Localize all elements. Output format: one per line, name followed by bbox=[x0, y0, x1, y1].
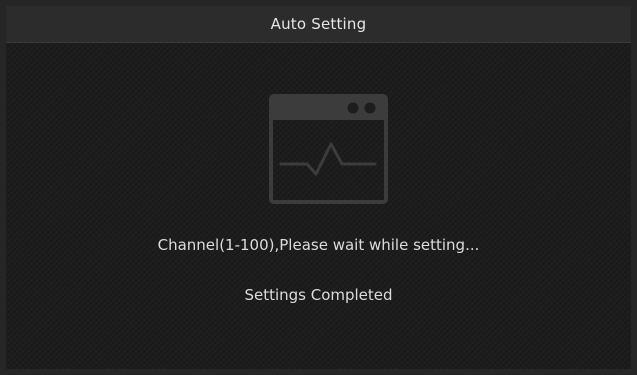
completed-message: Settings Completed bbox=[244, 286, 393, 304]
auto-setting-dialog: Auto Setting Channel(1-100),Please wait … bbox=[0, 0, 637, 375]
title-bar: Auto Setting bbox=[6, 6, 631, 43]
progress-message: Channel(1-100),Please wait while setting… bbox=[157, 236, 480, 254]
monitor-waveform-icon bbox=[269, 94, 388, 204]
dialog-title: Auto Setting bbox=[270, 15, 367, 33]
